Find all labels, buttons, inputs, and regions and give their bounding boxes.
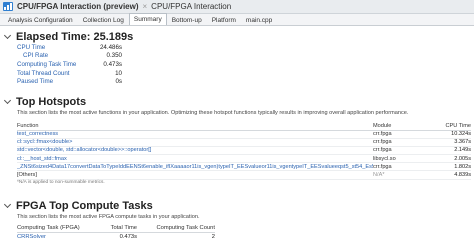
- metric-value: 0s: [115, 78, 122, 86]
- module-cell: crr.fpga: [373, 131, 392, 138]
- metric-value: 0.350: [106, 52, 122, 60]
- hotspots-table: Function Module CPU Time test_correctnes…: [17, 123, 471, 180]
- table-row: test_correctness crr.fpga 10.324s: [17, 131, 471, 139]
- function-link[interactable]: std::vector<double, std::allocator<doubl…: [17, 147, 373, 153]
- fpga-top-tasks-title: FPGA Top Compute Tasks: [16, 200, 153, 212]
- tab-main-cpp-label: main.cpp: [245, 17, 273, 24]
- top-hotspots-title: Top Hotspots: [16, 96, 87, 108]
- module-cell: crr.fpga: [373, 163, 392, 170]
- elapsed-time-value: 25.189s: [93, 31, 134, 43]
- metric-label[interactable]: Paused Time: [17, 78, 84, 85]
- module-cell: crr.fpga: [373, 147, 392, 154]
- table-row: std::vector<double, std::allocator<doubl…: [17, 147, 471, 156]
- chevron-down-icon[interactable]: [4, 202, 12, 210]
- table-row: cl::__host_std::fmax libsycl.so 2.005s: [17, 155, 471, 164]
- window-title: CPU/FPGA Interaction (preview): [17, 2, 139, 11]
- metric-label[interactable]: CPU Time: [17, 44, 84, 51]
- metric-label[interactable]: CPI Rate: [17, 52, 84, 59]
- metric-row: CPU Time 24.486s: [17, 43, 122, 52]
- elapsed-metrics: CPU Time 24.486s CPI Rate 0.350 Computin…: [17, 43, 122, 86]
- metric-label[interactable]: Total Thread Count: [17, 70, 84, 77]
- function-link[interactable]: test_correctness: [17, 131, 373, 137]
- cpu-time-cell: 4.839s: [454, 172, 471, 179]
- column-header-cpu-time[interactable]: CPU Time: [433, 123, 472, 129]
- metric-value: 24.486s: [99, 43, 122, 51]
- metric-row: Total Thread Count 10: [17, 69, 122, 78]
- metric-label[interactable]: Computing Task Time: [17, 61, 84, 68]
- title-separator: ×: [142, 2, 148, 11]
- column-header-task-count[interactable]: Computing Task Count: [137, 225, 215, 231]
- cpu-time-cell: 3.367s: [454, 139, 471, 146]
- metric-row: CPI Rate 0.350: [17, 52, 122, 61]
- module-cell: libsycl.so: [373, 155, 396, 162]
- column-header-function[interactable]: Function: [17, 123, 373, 129]
- elapsed-colon: :: [86, 31, 94, 43]
- fpga-tasks-table: Computing Task (FPGA) Total Time Computi…: [17, 225, 215, 241]
- tab-analysis-configuration[interactable]: Analysis Configuration: [3, 14, 78, 25]
- window-subtitle: CPU/FPGA Interaction: [151, 2, 232, 11]
- table-row: [Others] N/A* 4.839s: [17, 171, 471, 180]
- module-cell: crr.fpga: [373, 139, 392, 146]
- module-cell: N/A*: [373, 172, 385, 179]
- table-row: _ZNSt6sized4Data17convertDataToTypeIddEE…: [17, 163, 471, 172]
- metric-value: 10: [115, 69, 122, 77]
- top-hotspots-description: This section lists the most active funct…: [17, 110, 409, 116]
- column-header-total-time[interactable]: Total Time: [103, 225, 137, 231]
- title-bar: CPU/FPGA Interaction (preview) × CPU/FPG…: [0, 0, 474, 14]
- metric-row: Computing Task Time 0.473s: [17, 60, 122, 69]
- tab-platform[interactable]: Platform: [207, 14, 241, 25]
- metric-value: 0.473s: [103, 60, 122, 68]
- task-count-cell: 2: [211, 233, 215, 240]
- tab-bottom-up[interactable]: Bottom-up: [167, 14, 207, 25]
- cpu-time-cell: 1.802s: [454, 163, 471, 170]
- elapsed-time-label: Elapsed Time: [16, 31, 87, 43]
- cpu-time-cell: 2.005s: [454, 155, 471, 162]
- function-link[interactable]: cl::__host_std::fmax: [17, 156, 373, 162]
- tab-main-cpp[interactable]: main.cpp: [241, 14, 277, 25]
- total-time-cell: 0.473s: [119, 233, 137, 240]
- metric-row: Paused Time 0s: [17, 77, 122, 86]
- table-row: cl::sycl::fmax<double> crr.fpga 3.367s: [17, 139, 471, 147]
- tab-collection-log[interactable]: Collection Log: [78, 14, 129, 25]
- cpu-time-cell: 2.149s: [454, 147, 471, 154]
- table-header: Computing Task (FPGA) Total Time Computi…: [17, 225, 215, 233]
- table-row: CRRSolver 0.473s 2: [17, 233, 215, 241]
- column-header-computing-task[interactable]: Computing Task (FPGA): [17, 225, 103, 231]
- task-link[interactable]: CRRSolver: [17, 234, 103, 240]
- tab-bar: Analysis Configuration Collection Log Su…: [0, 13, 474, 26]
- vtune-app-icon: [3, 2, 13, 11]
- cpu-time-cell: 10.324s: [451, 131, 471, 138]
- table-header: Function Module CPU Time: [17, 123, 471, 131]
- chevron-down-icon[interactable]: [4, 33, 12, 41]
- chevron-down-icon[interactable]: [4, 98, 12, 106]
- others-cell: [Others]: [17, 172, 37, 179]
- fpga-top-tasks-description: This section lists the most active FPGA …: [17, 214, 200, 220]
- elapsed-time-header[interactable]: Elapsed Time: 25.189s: [4, 31, 133, 43]
- function-link[interactable]: _ZNSt6sized4Data17convertDataToTypeIddEE…: [17, 164, 373, 170]
- fpga-top-tasks-header[interactable]: FPGA Top Compute Tasks: [4, 200, 153, 212]
- tab-summary[interactable]: Summary: [128, 13, 167, 25]
- na-footnote: *N/A is applied to non-summable metrics.: [17, 180, 105, 185]
- function-link[interactable]: cl::sycl::fmax<double>: [17, 139, 373, 145]
- column-header-module[interactable]: Module: [373, 123, 433, 129]
- top-hotspots-header[interactable]: Top Hotspots: [4, 96, 86, 108]
